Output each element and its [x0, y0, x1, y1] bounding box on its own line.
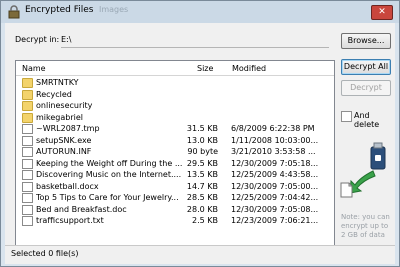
item-name: mikegabriel — [36, 112, 83, 122]
file-icon — [22, 135, 33, 146]
item-size: 31.5 KB — [186, 124, 218, 133]
item-name: Recycled — [36, 89, 72, 99]
file-list-header: Name Size Modified — [16, 61, 334, 76]
lock-icon — [8, 5, 20, 19]
item-modified: 6/8/2009 6:22:38 PM — [231, 124, 315, 133]
item-name: Discovering Music on the Internet.... — [36, 170, 182, 179]
encrypted-files-window: Encrypted Files Images ✕ Decrypt in: E:\… — [0, 0, 400, 267]
item-name: Top 5 Tips to Care for Your Jewelry... — [36, 193, 179, 202]
file-icon — [22, 216, 33, 226]
close-button[interactable]: ✕ — [371, 5, 393, 20]
file-icon — [22, 124, 33, 134]
item-name: ~WRL2087.tmp — [36, 124, 100, 133]
decrypt-button[interactable]: Decrypt — [341, 80, 391, 96]
item-name: Bed and Breakfast.doc — [36, 204, 127, 214]
file-icon — [22, 158, 33, 169]
usb-drive-icon — [370, 142, 386, 170]
decrypt-all-button[interactable]: Decrypt All — [341, 59, 391, 75]
item-modified: 12/30/2009 7:05:08... — [231, 204, 319, 214]
status-bar: Selected 0 file(s) — [5, 245, 395, 264]
item-size: 28.5 KB — [186, 193, 218, 202]
browse-button[interactable]: Browse... — [341, 33, 391, 49]
list-item[interactable]: Top 5 Tips to Care for Your Jewelry... 28… — [16, 193, 334, 203]
path-divider — [61, 47, 329, 48]
size-limit-note: Note: you can encrypt up to 2 GB of data — [341, 213, 390, 239]
item-modified: 12/25/2009 4:43:58... — [231, 170, 319, 179]
dialog-body: Decrypt in: E:\ Browse... Decrypt All De… — [5, 23, 395, 263]
item-size: 2.5 KB — [192, 216, 218, 225]
item-name: onlinesecurity — [36, 101, 93, 110]
file-list[interactable]: Name Size Modified SMRTNTKY Recycled onlin… — [15, 60, 335, 258]
item-modified: 12/30/2009 7:05:18... — [231, 158, 319, 168]
title-bar[interactable]: Encrypted Files Images ✕ — [1, 1, 399, 23]
item-name: AUTORUN.INF — [36, 147, 92, 156]
list-item[interactable]: ~WRL2087.tmp 31.5 KB 6/8/2009 6:22:38 PM — [16, 124, 334, 134]
column-name-header[interactable]: Name — [22, 64, 46, 73]
list-item[interactable]: mikegabriel — [16, 112, 334, 123]
item-size: 28.0 KB — [186, 204, 218, 214]
file-icon — [22, 170, 33, 180]
list-item[interactable]: Keeping the Weight off During the ... 29.… — [16, 158, 334, 169]
item-name: SMRTNTKY — [36, 78, 79, 87]
selection-status: Selected 0 file(s) — [11, 249, 79, 258]
folder-icon — [22, 112, 33, 123]
folder-icon — [22, 78, 33, 88]
file-icon — [22, 204, 33, 215]
list-item[interactable]: Discovering Music on the Internet.... 13.… — [16, 170, 334, 180]
item-size: 29.5 KB — [186, 158, 218, 168]
list-item[interactable]: basketball.docx 14.7 KB 12/30/2009 7:05:00… — [16, 181, 334, 192]
folder-icon — [22, 101, 33, 111]
folder-icon — [22, 89, 33, 100]
list-item[interactable]: onlinesecurity — [16, 101, 334, 111]
item-size: 13.0 KB — [186, 135, 218, 145]
item-size: 90 byte — [187, 147, 218, 156]
item-name: Keeping the Weight off During the ... — [36, 158, 182, 168]
item-size: 13.5 KB — [186, 170, 218, 179]
column-size-header[interactable]: Size — [197, 64, 213, 73]
file-icon — [22, 193, 33, 203]
and-delete-label: And delete — [354, 111, 380, 129]
list-item[interactable]: Recycled — [16, 89, 334, 100]
background-window-title: Images — [99, 5, 129, 14]
list-item[interactable]: trafficsupport.txt 2.5 KB 12/23/2009 7:06:… — [16, 216, 334, 226]
list-item[interactable]: AUTORUN.INF 90 byte 3/21/2010 3:53:58 ... — [16, 147, 334, 157]
list-item[interactable]: SMRTNTKY — [16, 78, 334, 88]
item-size: 14.7 KB — [186, 181, 218, 191]
window-title: Encrypted Files — [25, 5, 94, 15]
column-modified-header[interactable]: Modified — [232, 64, 266, 73]
and-delete-checkbox[interactable] — [341, 111, 352, 122]
item-modified: 3/21/2010 3:53:58 ... — [231, 147, 316, 156]
item-modified: 1/11/2008 10:03:00... — [231, 135, 319, 145]
list-item[interactable]: setupSNK.exe 13.0 KB 1/11/2008 10:03:00... — [16, 135, 334, 146]
document-icon — [340, 182, 353, 198]
file-icon — [22, 147, 33, 157]
item-modified: 12/25/2009 7:04:42... — [231, 193, 319, 202]
item-modified: 12/30/2009 7:05:00... — [231, 181, 319, 191]
item-name: trafficsupport.txt — [36, 216, 104, 225]
destination-path: E:\ — [61, 35, 72, 44]
item-name: setupSNK.exe — [36, 135, 92, 145]
encryption-illustration — [335, 141, 395, 201]
file-icon — [22, 181, 33, 192]
decrypt-in-label: Decrypt in: — [15, 35, 60, 44]
item-modified: 12/23/2009 7:06:21... — [231, 216, 319, 225]
green-arrow-icon — [349, 170, 376, 194]
item-name: basketball.docx — [36, 181, 99, 191]
list-item[interactable]: Bed and Breakfast.doc 28.0 KB 12/30/2009 7… — [16, 204, 334, 215]
